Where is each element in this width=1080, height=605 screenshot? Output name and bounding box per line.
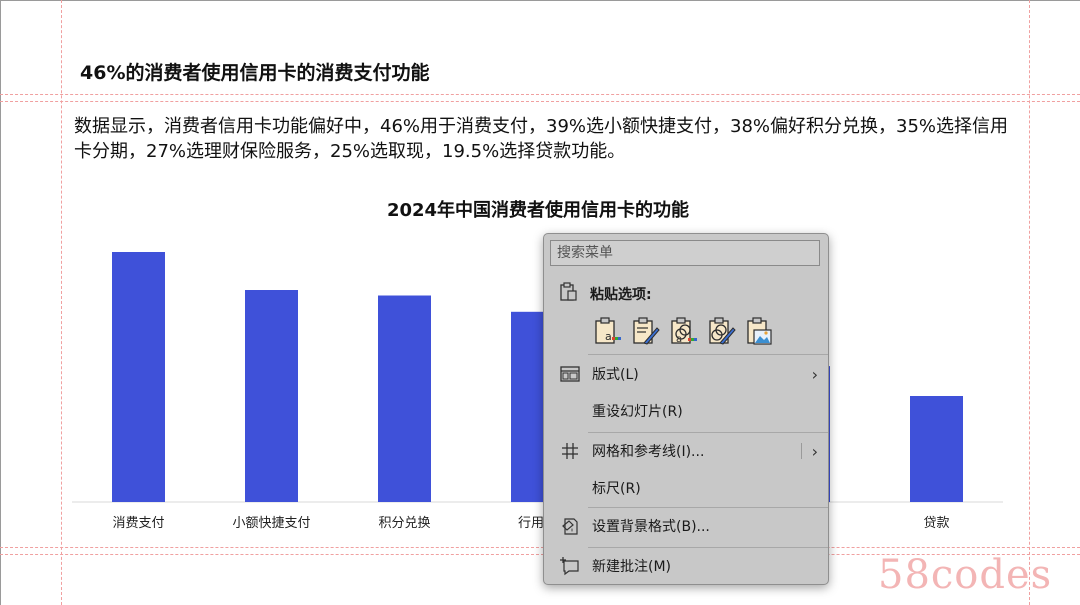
bar-chart[interactable]: 消费支付 小额快捷支付 积分兑换 行用卡 贷款 xyxy=(0,0,1080,605)
menu-separator xyxy=(588,507,828,508)
paste-options-row: a a xyxy=(592,316,774,346)
category-tick-label: 消费支付 xyxy=(112,516,164,531)
menu-separator xyxy=(588,354,828,355)
svg-text:a: a xyxy=(676,334,682,345)
category-tick-label: 小额快捷支付 xyxy=(232,516,310,531)
menu-item-layout[interactable]: 版式(L) › xyxy=(544,360,828,388)
chevron-right-icon: › xyxy=(811,364,818,384)
chart-bar[interactable] xyxy=(910,396,963,502)
category-tick-label: 积分兑换 xyxy=(378,516,430,531)
new-comment-icon xyxy=(558,556,582,576)
paste-picture-icon[interactable] xyxy=(744,316,774,346)
clipboard-icon xyxy=(558,282,578,306)
menu-separator xyxy=(588,432,828,433)
chart-bar[interactable] xyxy=(112,252,165,502)
grid-icon xyxy=(558,441,582,461)
slide-canvas[interactable]: 46%的消费者使用信用卡的消费支付功能 数据显示，消费者信用卡功能偏好中，46%… xyxy=(0,0,1080,605)
menu-item-label: 版式(L) xyxy=(592,367,639,383)
chart-bar[interactable] xyxy=(378,295,431,503)
paste-keep-source-link-icon[interactable] xyxy=(706,316,736,346)
menu-separator xyxy=(588,547,828,548)
menu-item-label: 标尺(R) xyxy=(592,481,641,497)
menu-item-label: 网格和参考线(I)... xyxy=(592,444,705,460)
paste-use-destination-theme-icon[interactable]: a xyxy=(592,316,622,346)
chart-bar[interactable] xyxy=(245,290,298,502)
category-tick-label: 贷款 xyxy=(923,516,949,531)
search-menu-input[interactable]: 搜索菜单 xyxy=(550,240,820,266)
format-background-icon xyxy=(558,516,582,536)
menu-item-label: 设置背景格式(B)... xyxy=(592,519,710,535)
layout-icon xyxy=(558,364,582,384)
paste-keep-source-formatting-icon[interactable] xyxy=(630,316,660,346)
context-menu[interactable]: 搜索菜单 粘贴选项: a a 版式(L) › 重设幻灯片(R) 网格和参考线(I… xyxy=(543,233,829,585)
menu-item-format-background[interactable]: 设置背景格式(B)... xyxy=(544,512,828,540)
menu-item-label: 重设幻灯片(R) xyxy=(592,404,683,420)
paste-embed-workbook-icon[interactable]: a xyxy=(668,316,698,346)
menu-item-ruler[interactable]: 标尺(R) xyxy=(544,474,828,502)
svg-text:a: a xyxy=(605,330,612,343)
watermark: 58codes xyxy=(878,552,1053,598)
paste-options-label: 粘贴选项: xyxy=(590,287,652,303)
chevron-right-icon: › xyxy=(811,441,818,461)
menu-item-new-comment[interactable]: 新建批注(M) xyxy=(544,552,828,580)
paste-options-header: 粘贴选项: xyxy=(558,282,652,306)
menu-item-reset-slide[interactable]: 重设幻灯片(R) xyxy=(544,397,828,425)
menu-item-label: 新建批注(M) xyxy=(592,559,672,575)
submenu-divider xyxy=(801,443,802,459)
menu-item-grid-and-guides[interactable]: 网格和参考线(I)... › xyxy=(544,437,828,465)
